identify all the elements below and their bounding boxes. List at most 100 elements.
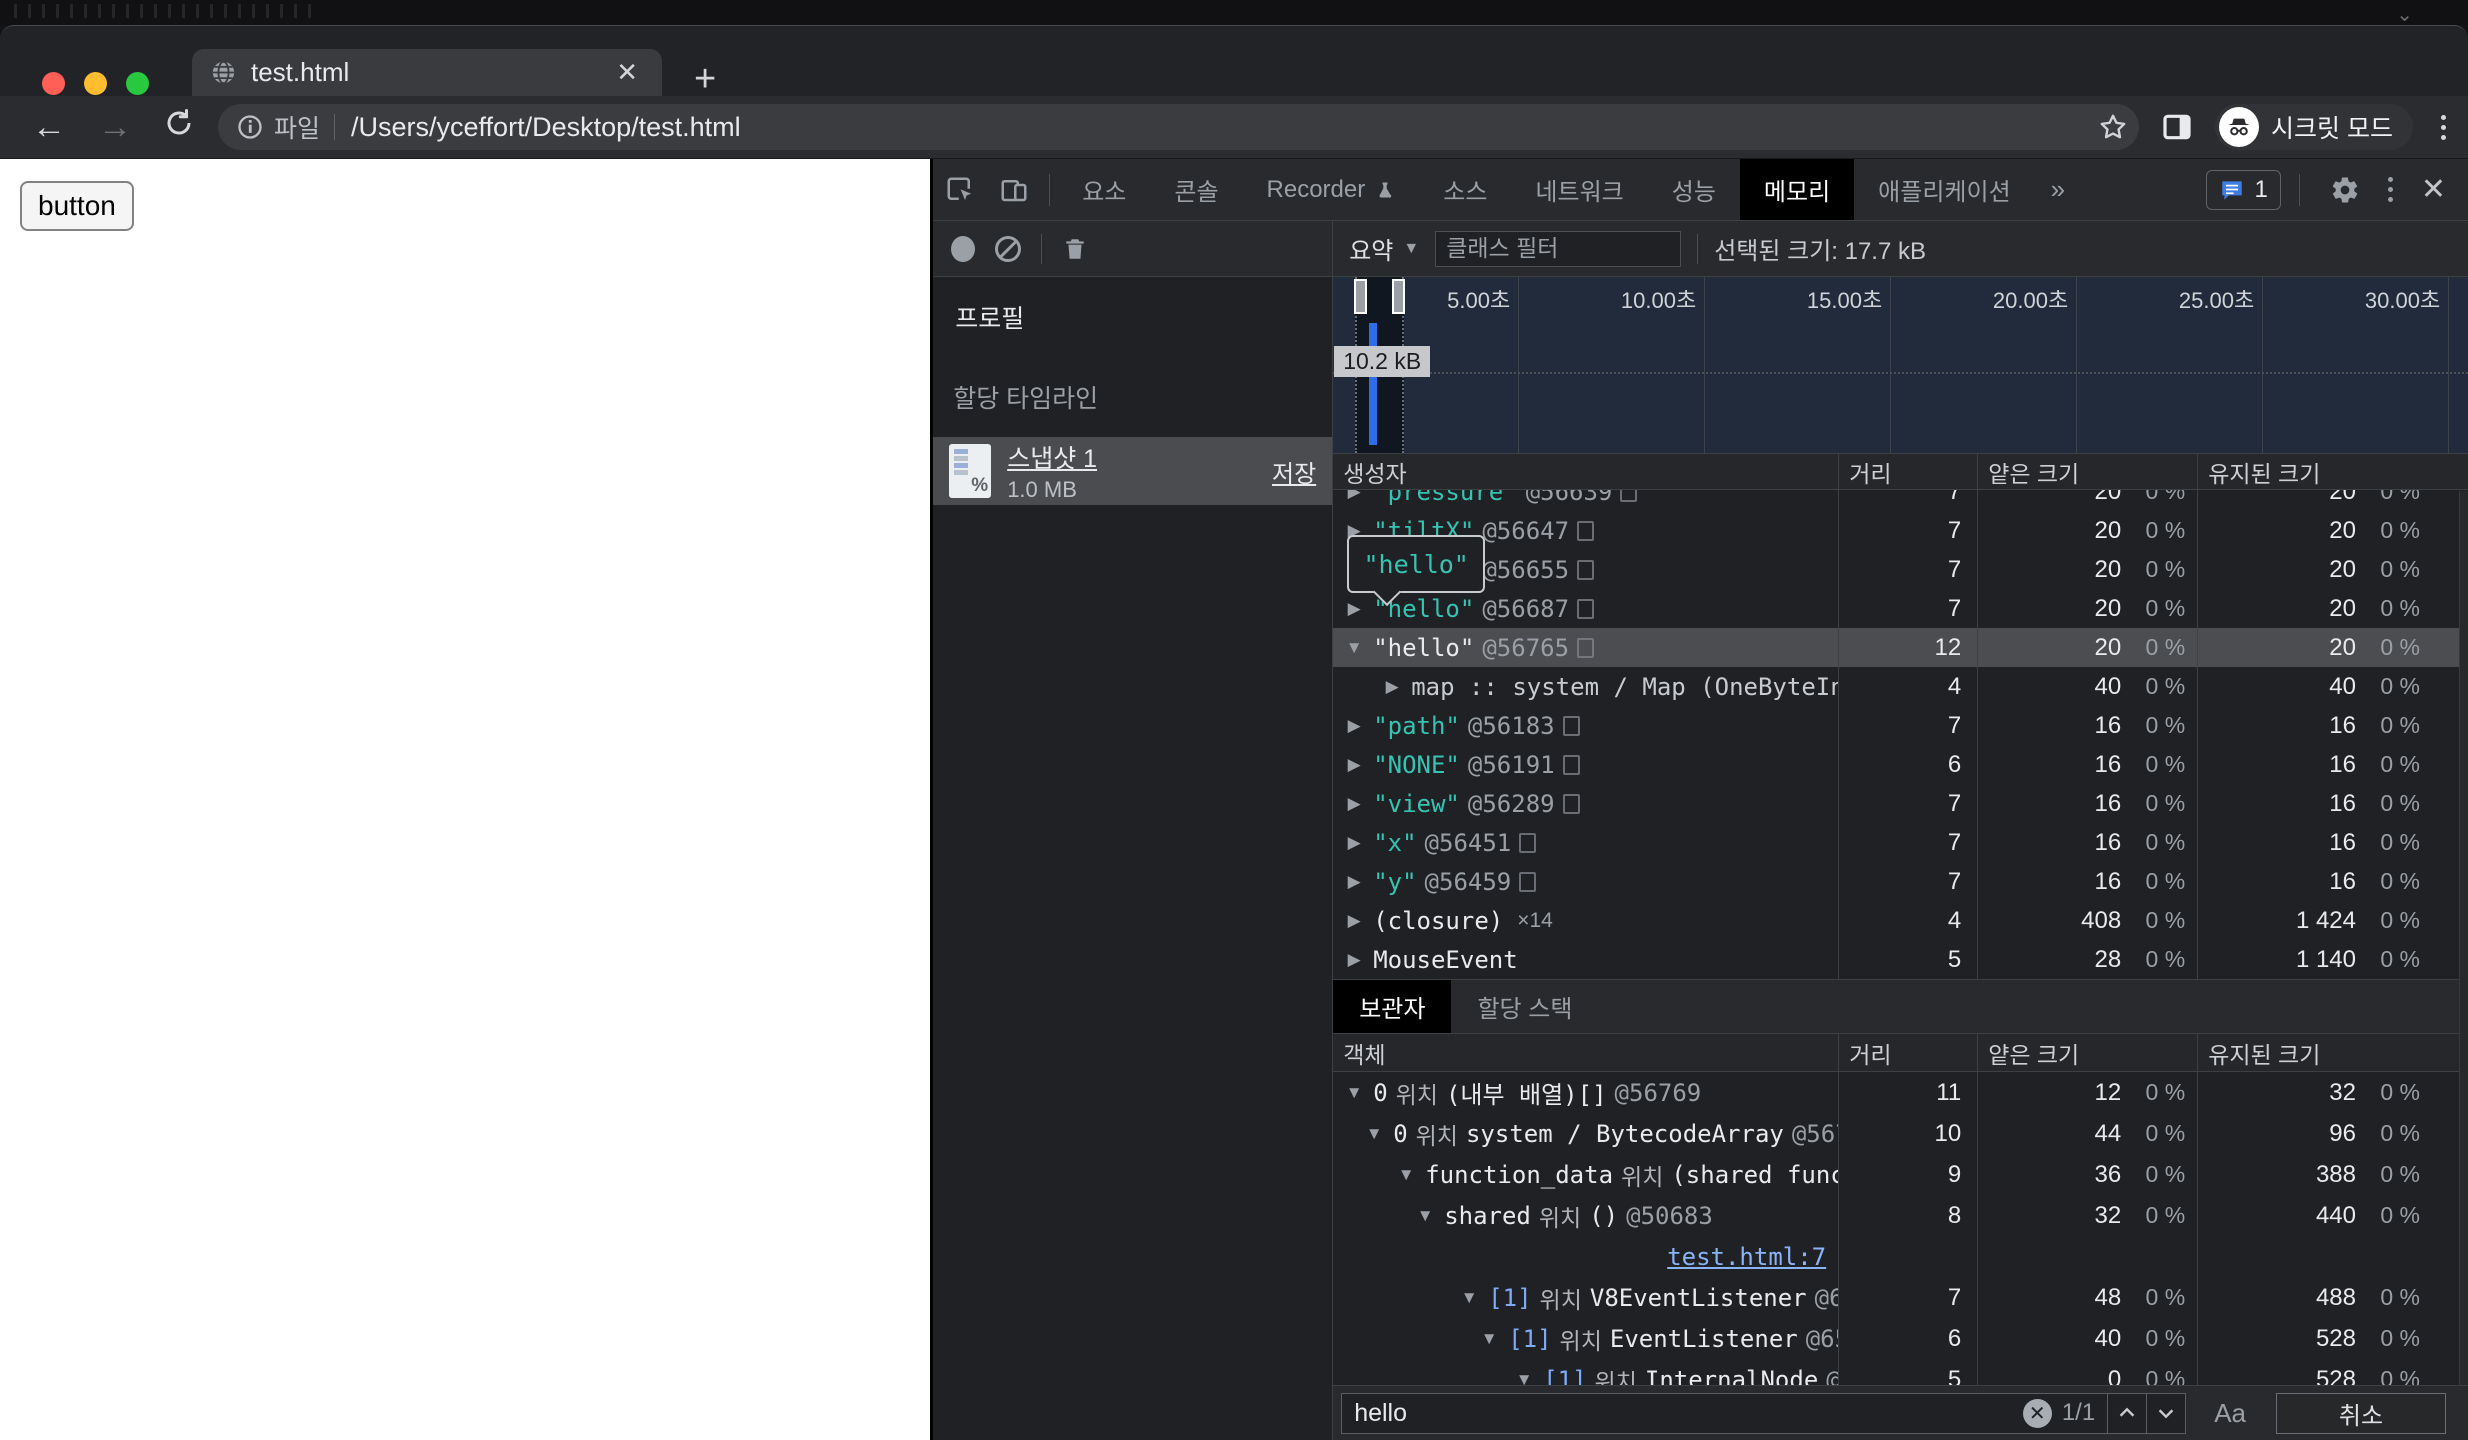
settings-gear-icon[interactable] xyxy=(2318,175,2372,205)
reveal-icon[interactable] xyxy=(1519,871,1537,892)
table-row[interactable]: ▼ [1] 위치 V8EventListener @6537 48 0 % 488 0 % xyxy=(1333,1277,2468,1318)
expand-arrow-icon[interactable]: ▼ xyxy=(1363,1124,1385,1144)
table-row[interactable]: ▼ "hello" @56765 12 20 0 % 20 0 % xyxy=(1333,628,2468,667)
devtools-tab-메모리[interactable]: 메모리 xyxy=(1739,159,1855,220)
inspect-element-icon[interactable] xyxy=(933,159,987,220)
table-row[interactable]: ▶ map :: system / Map (OneByteInte 4 40 0 % 4… xyxy=(1333,667,2468,706)
clear-all-icon[interactable] xyxy=(995,235,1022,262)
expand-arrow-icon[interactable]: ▼ xyxy=(1395,1165,1417,1185)
expand-arrow-icon[interactable]: ▼ xyxy=(1343,1083,1365,1103)
forward-icon[interactable]: → xyxy=(82,108,148,147)
devtools-tab-애플리케이션[interactable]: 애플리케이션 xyxy=(1854,159,2034,220)
collapse-arrow-icon[interactable]: ▶ xyxy=(1381,677,1403,697)
match-case-toggle[interactable]: Aa xyxy=(2214,1398,2246,1429)
class-filter-input[interactable] xyxy=(1435,230,1682,267)
page-button[interactable]: button xyxy=(20,181,134,231)
selection-handle-right[interactable] xyxy=(1392,279,1406,314)
table-row[interactable]: ▶ "NONE" @56191 6 16 0 % 16 0 % xyxy=(1333,745,2468,784)
table-row[interactable]: ▶ "tiltX" @56647 7 20 0 % 20 0 % xyxy=(1333,511,2468,550)
table-row[interactable]: ▼ shared 위치 () @50683 8 32 0 % 440 0 % xyxy=(1333,1195,2468,1236)
column-distance[interactable]: 거리 xyxy=(1838,1034,1977,1071)
table-row[interactable]: ▶"tiltY"@566557200 %200 % xyxy=(1333,550,2468,589)
table-row[interactable]: ▶ (closure) ×14 4 408 0 % 1 424 0 % xyxy=(1333,901,2468,940)
reveal-icon[interactable] xyxy=(1577,598,1595,619)
browser-tab[interactable]: test.html ✕ xyxy=(192,49,662,96)
side-panel-icon[interactable] xyxy=(2161,111,2193,143)
reveal-icon[interactable] xyxy=(1577,559,1595,580)
column-constructor[interactable]: 생성자 xyxy=(1333,454,1838,489)
reveal-icon[interactable] xyxy=(1577,637,1595,658)
reveal-icon[interactable] xyxy=(1562,715,1580,736)
expand-arrow-icon[interactable]: ▼ xyxy=(1513,1370,1535,1386)
bookmark-star-icon[interactable] xyxy=(2097,111,2129,143)
table-row[interactable]: ▶ "pressure" @56639 7 20 0 % 20 0 % xyxy=(1333,490,2468,511)
retainers-grid-header[interactable]: 객체 거리 얕은 크기 유지된 크기 xyxy=(1333,1034,2468,1072)
reveal-icon[interactable] xyxy=(1562,793,1580,814)
previous-match-button[interactable] xyxy=(2108,1394,2146,1433)
search-query[interactable]: hello xyxy=(1354,1399,2023,1428)
collapse-arrow-icon[interactable]: ▶ xyxy=(1343,833,1365,853)
collapse-arrow-icon[interactable]: ▶ xyxy=(1343,755,1365,775)
source-link[interactable]: test.html:7 xyxy=(1667,1243,1826,1271)
table-row[interactable]: ▶ "hello" @56687 7 20 0 % 20 0 % xyxy=(1333,589,2468,628)
reload-icon[interactable] xyxy=(148,108,210,147)
column-shallow-size[interactable]: 얕은 크기 xyxy=(1977,1034,2197,1071)
collapse-arrow-icon[interactable]: ▶ xyxy=(1343,599,1365,619)
tab-allocation-stack[interactable]: 할당 스택 xyxy=(1451,980,1598,1033)
new-tab-button[interactable]: + xyxy=(694,58,716,101)
snapshot-name[interactable]: 스냅샷 1 xyxy=(1007,439,1272,475)
devtools-menu-icon[interactable] xyxy=(2382,177,2399,202)
allocation-timeline[interactable]: 5.00초 10.00초 15.00초 20.00초 25.00초 30.00초 10.2… xyxy=(1333,277,2468,454)
window-minimize-button[interactable] xyxy=(84,72,107,95)
tab-retainers[interactable]: 보관자 xyxy=(1333,980,1452,1033)
devtools-close-icon[interactable]: ✕ xyxy=(2409,172,2458,207)
device-toolbar-icon[interactable] xyxy=(987,159,1041,220)
column-retained-size[interactable]: 유지된 크기 xyxy=(2197,1034,2468,1071)
info-icon[interactable] xyxy=(236,113,264,141)
expand-arrow-icon[interactable]: ▼ xyxy=(1343,638,1365,658)
collapse-arrow-icon[interactable]: ▶ xyxy=(1343,950,1365,970)
clear-search-icon[interactable]: ✕ xyxy=(2022,1398,2052,1428)
expand-arrow-icon[interactable]: ▼ xyxy=(1458,1288,1480,1308)
reveal-icon[interactable] xyxy=(1519,832,1537,853)
reveal-icon[interactable] xyxy=(1577,520,1595,541)
trash-icon[interactable] xyxy=(1062,234,1088,264)
column-object[interactable]: 객체 xyxy=(1333,1034,1838,1071)
address-bar[interactable]: 파일 /Users/yceffort/Desktop/test.html xyxy=(218,104,2140,150)
collapse-arrow-icon[interactable]: ▶ xyxy=(1343,490,1365,502)
allocation-timeline-category[interactable]: 할당 타임라인 xyxy=(933,379,1332,415)
collapse-arrow-icon[interactable]: ▶ xyxy=(1343,794,1365,814)
window-maximize-button[interactable] xyxy=(126,72,149,95)
devtools-tab-소스[interactable]: 소스 xyxy=(1419,159,1511,220)
more-tabs-button[interactable]: » xyxy=(2035,159,2081,220)
reveal-icon[interactable] xyxy=(1620,490,1638,502)
column-shallow-size[interactable]: 얕은 크기 xyxy=(1977,454,2197,489)
collapse-arrow-icon[interactable]: ▶ xyxy=(1343,911,1365,931)
table-row[interactable]: ▼ [1] 위치 EventListener@6536 40 0 % 528 0 % xyxy=(1333,1318,2468,1359)
devtools-tab-요소[interactable]: 요소 xyxy=(1058,159,1150,220)
view-mode-select[interactable]: 요약 ▼ xyxy=(1349,231,1419,266)
url-text[interactable]: /Users/yceffort/Desktop/test.html xyxy=(351,112,2097,143)
expand-arrow-icon[interactable]: ▼ xyxy=(1414,1206,1436,1226)
table-row[interactable]: ▼function_data위치(shared functio9360 %388… xyxy=(1333,1154,2468,1195)
issues-counter[interactable]: 1 xyxy=(2205,169,2281,210)
back-icon[interactable]: ← xyxy=(16,108,82,147)
table-row[interactable]: ▶ MouseEvent 5 28 0 % 1 140 0 % xyxy=(1333,940,2468,979)
tab-close-icon[interactable]: ✕ xyxy=(610,57,644,88)
collapse-arrow-icon[interactable]: ▶ xyxy=(1343,872,1365,892)
table-row[interactable]: test.html:7 xyxy=(1333,1236,2468,1277)
browser-menu-icon[interactable] xyxy=(2435,114,2452,140)
scrollbar[interactable] xyxy=(2459,491,2468,1385)
devtools-tab-네트워크[interactable]: 네트워크 xyxy=(1511,159,1647,220)
next-match-button[interactable] xyxy=(2147,1394,2185,1433)
table-row[interactable]: ▼ [1] 위치 InternalNode @65 0 0 % 528 0 % xyxy=(1333,1359,2468,1385)
save-snapshot-link[interactable]: 저장 xyxy=(1272,454,1316,489)
window-close-button[interactable] xyxy=(42,72,65,95)
devtools-tab-성능[interactable]: 성능 xyxy=(1648,159,1740,220)
reveal-icon[interactable] xyxy=(1562,754,1580,775)
search-input[interactable]: hello ✕ 1/1 xyxy=(1341,1392,2187,1434)
selection-handle-left[interactable] xyxy=(1354,279,1368,314)
devtools-tab-콘솔[interactable]: 콘솔 xyxy=(1150,159,1242,220)
table-row[interactable]: ▶ "view" @56289 7 16 0 % 16 0 % xyxy=(1333,784,2468,823)
table-row[interactable]: ▶ "x" @56451 7 16 0 % 16 0 % xyxy=(1333,823,2468,862)
